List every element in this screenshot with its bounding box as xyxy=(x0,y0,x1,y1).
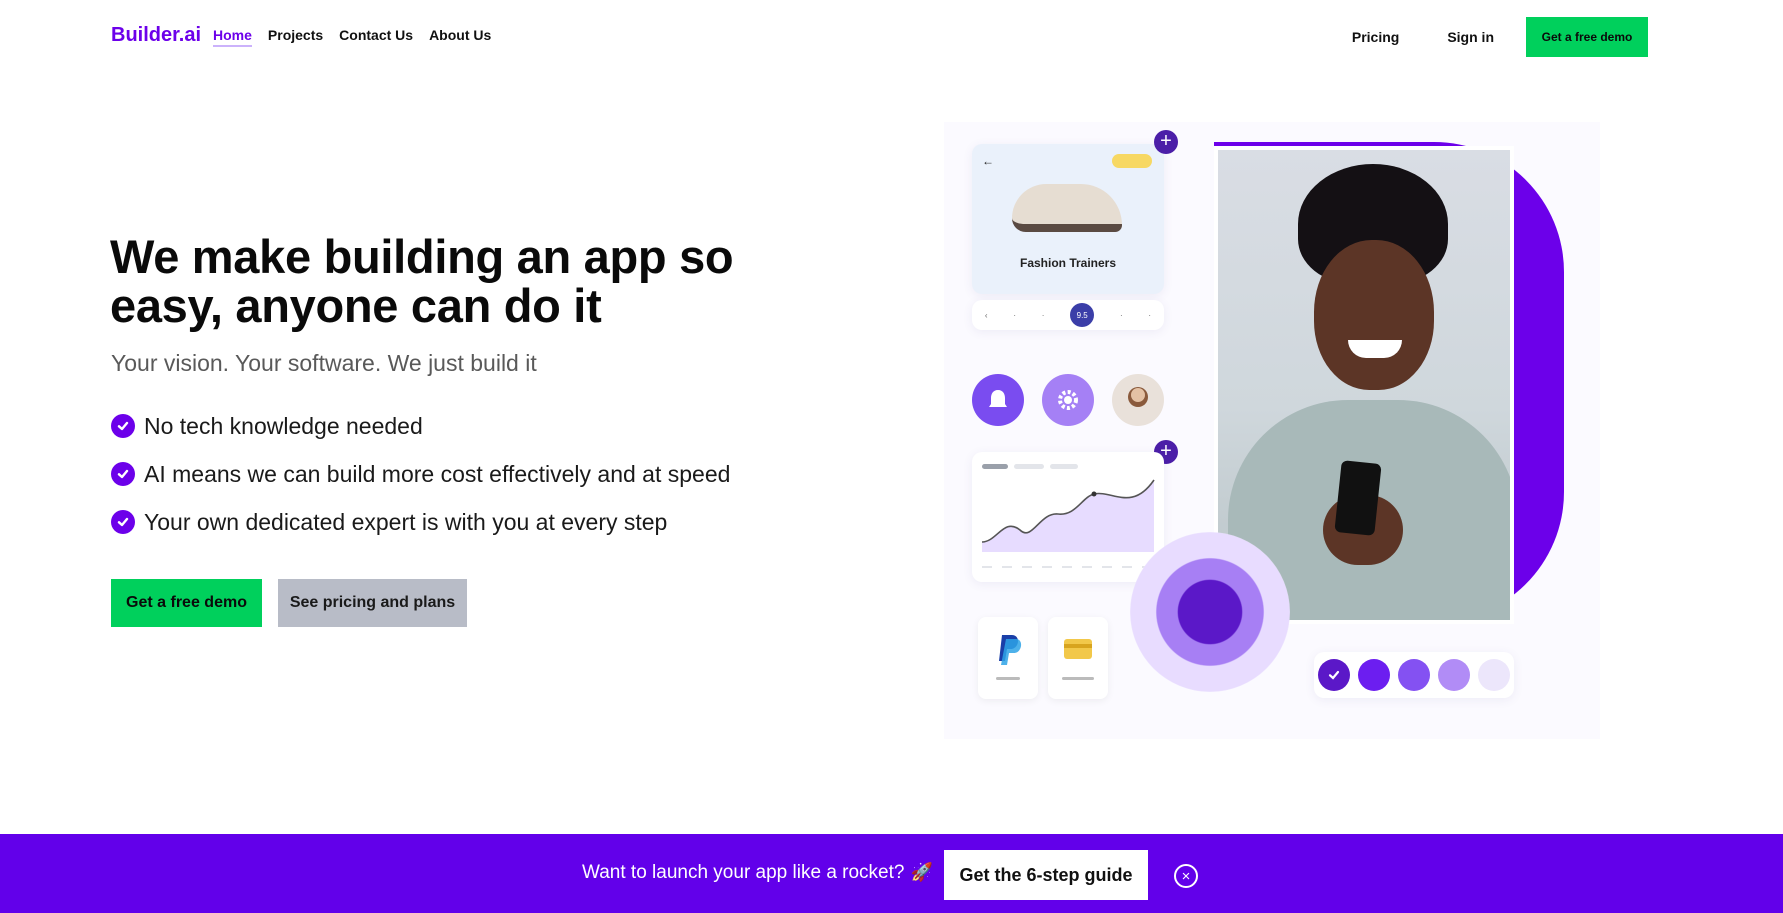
hero-subtitle: Your vision. Your software. We just buil… xyxy=(111,350,537,376)
promo-banner: Want to launch your app like a rocket? 🚀 … xyxy=(0,834,1783,913)
check-icon xyxy=(111,414,135,438)
selected-size: 9.5 xyxy=(1070,303,1095,327)
check-icon xyxy=(111,510,135,534)
nav-pricing-link[interactable]: Pricing xyxy=(1352,29,1399,45)
credit-card-option xyxy=(1048,617,1108,699)
feature-text: AI means we can build more cost effectiv… xyxy=(144,460,731,487)
color-swatch xyxy=(1478,659,1510,691)
color-swatches xyxy=(1314,652,1514,698)
badge xyxy=(1112,154,1152,168)
feature-list: No tech knowledge needed AI means we can… xyxy=(111,412,731,558)
product-label: Fashion Trainers xyxy=(1019,256,1117,270)
nav-signin-link[interactable]: Sign in xyxy=(1447,29,1494,45)
feature-text: Your own dedicated expert is with you at… xyxy=(144,508,668,535)
bell-icon xyxy=(972,374,1024,426)
sneaker-image xyxy=(1012,184,1122,232)
feature-item: AI means we can build more cost effectiv… xyxy=(111,460,731,487)
size-selector: ‹ · · 9.5 · · xyxy=(972,300,1164,330)
banner-message: Want to launch your app like a rocket? xyxy=(582,862,905,883)
hero-title: We make building an app so easy, anyone … xyxy=(110,230,734,332)
feature-item: Your own dedicated expert is with you at… xyxy=(111,508,730,535)
nav-links: Home Projects Contact Us About Us xyxy=(213,27,491,47)
plus-icon: + xyxy=(1154,130,1178,154)
nav-projects[interactable]: Projects xyxy=(268,27,323,47)
growth-chart-card xyxy=(972,452,1164,582)
feature-item: No tech knowledge needed xyxy=(111,412,730,439)
see-pricing-button[interactable]: See pricing and plans xyxy=(278,579,467,627)
color-swatch xyxy=(1438,659,1470,691)
check-icon xyxy=(1318,659,1350,691)
top-nav: Builder.ai Home Projects Contact Us Abou… xyxy=(0,0,1783,74)
feature-text: No tech knowledge needed xyxy=(144,412,423,439)
nav-contact-us[interactable]: Contact Us xyxy=(339,27,413,47)
get-free-demo-button[interactable]: Get a free demo xyxy=(111,579,262,627)
donut-ring xyxy=(1130,532,1290,692)
banner-text: Want to launch your app like a rocket? 🚀 xyxy=(582,862,933,884)
back-arrow-icon: ← xyxy=(982,154,994,168)
growth-line-chart xyxy=(981,464,1155,568)
avatar xyxy=(1112,374,1164,426)
get-guide-button[interactable]: Get the 6-step guide xyxy=(944,850,1148,900)
product-card: ← Fashion Trainers xyxy=(972,144,1164,294)
color-swatch xyxy=(1358,659,1390,691)
color-swatch xyxy=(1398,659,1430,691)
nav-home[interactable]: Home xyxy=(213,27,252,47)
builder-logo[interactable]: Builder.ai xyxy=(111,24,201,47)
close-icon[interactable]: × xyxy=(1174,864,1198,888)
nav-actions: Pricing Sign in Get a free demo xyxy=(1352,17,1648,57)
gear-icon xyxy=(1042,374,1094,426)
nav-about-us[interactable]: About Us xyxy=(429,27,491,47)
nav-demo-button[interactable]: Get a free demo xyxy=(1526,17,1648,57)
check-icon xyxy=(111,462,135,486)
rocket-icon: 🚀 xyxy=(910,862,933,882)
hero-illustration: ← Fashion Trainers ‹ · · 9.5 · · + + xyxy=(944,122,1600,739)
paypal-option xyxy=(978,617,1038,699)
